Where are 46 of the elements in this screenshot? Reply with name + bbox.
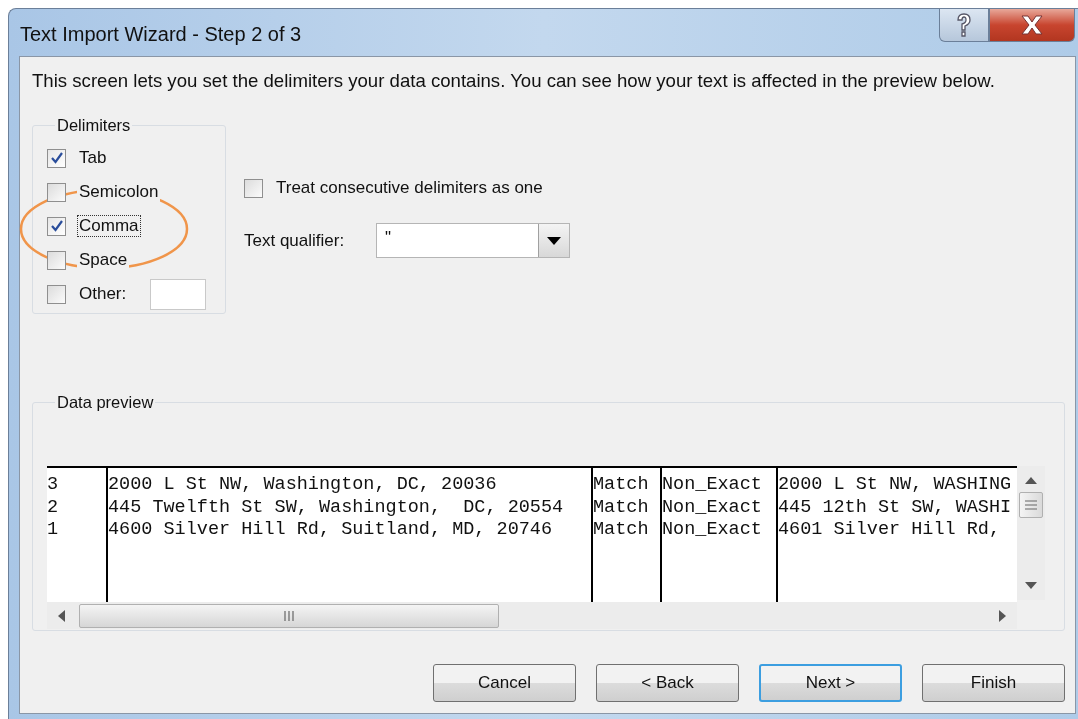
help-icon — [954, 12, 974, 38]
table-cell: Match — [593, 519, 649, 540]
table-cell: Non_Exact — [662, 474, 762, 495]
dialog-button[interactable]: < Back — [596, 664, 739, 702]
text-qualifier-dropdown[interactable]: " — [376, 223, 570, 258]
vertical-scrollbar[interactable] — [1017, 466, 1045, 600]
left-arrow-icon[interactable] — [57, 609, 65, 622]
checkbox[interactable] — [47, 216, 66, 236]
dialog-button[interactable]: Next > — [759, 664, 902, 702]
dialog-button[interactable]: Cancel — [433, 664, 576, 702]
description-text: This screen lets you set the delimiters your data contains. You can see how your text is affected in the preview below. — [32, 70, 996, 92]
table-cell: 1 — [47, 519, 59, 540]
checkbox[interactable] — [47, 182, 66, 202]
dialog-button[interactable]: Finish — [922, 664, 1065, 702]
table-cell: 445 12th St SW, WASHI — [778, 496, 1012, 518]
scroll-thumb[interactable] — [1019, 492, 1043, 518]
table-cell: 2000 L St NW, WASHING — [778, 474, 1012, 495]
group-label: Data preview — [56, 393, 155, 412]
table-cell: 2000 L St NW, Washington, DC, 20036 — [108, 474, 497, 495]
table-cell: 3 — [47, 474, 59, 495]
checkbox[interactable] — [244, 178, 263, 198]
table-cell: 4601 Silver Hill Rd, — [778, 519, 1001, 540]
caret-icon — [547, 236, 561, 245]
table-cell: 4600 Silver Hill Rd, Suitland, MD, 20746 — [108, 519, 553, 540]
close-icon — [1018, 14, 1046, 36]
group-label: Delimiters — [56, 116, 132, 135]
table-cell: Non_Exact — [662, 496, 762, 518]
table-cell: Non_Exact — [662, 519, 762, 540]
horizontal-scrollbar[interactable] — [47, 602, 1017, 629]
scroll-thumb[interactable] — [79, 603, 499, 628]
table-cell: Match — [593, 496, 649, 518]
checkbox[interactable] — [47, 148, 66, 168]
table-cell: 2 — [47, 496, 59, 518]
up-arrow-icon[interactable] — [1025, 476, 1037, 484]
checkbox[interactable] — [47, 284, 66, 304]
checkbox[interactable] — [47, 250, 66, 270]
other-input-field[interactable] — [150, 278, 207, 310]
down-arrow-icon[interactable] — [1025, 582, 1037, 590]
table-cell: Match — [593, 474, 649, 495]
window-title: Text Import Wizard - Step 2 of 3 — [20, 23, 302, 46]
checkbox-label[interactable]: Comma — [77, 215, 141, 237]
field-label: Text qualifier: — [244, 230, 346, 251]
table-cell: 445 Twelfth St SW, Washington, DC, 20554 — [108, 496, 564, 518]
right-arrow-icon[interactable] — [999, 609, 1007, 622]
close-button[interactable] — [989, 9, 1075, 42]
help-button[interactable] — [939, 9, 989, 42]
